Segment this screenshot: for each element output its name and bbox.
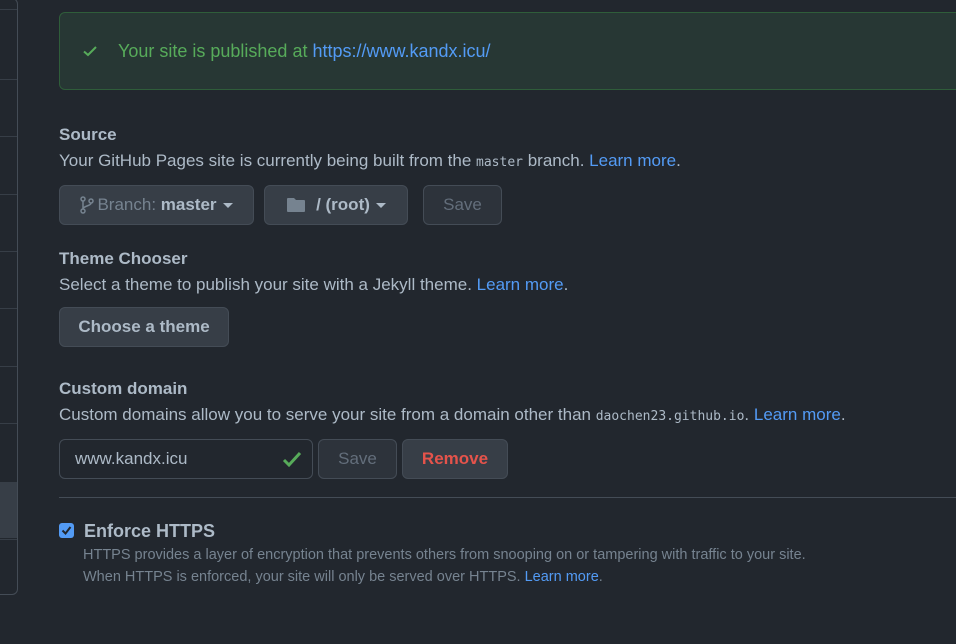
custom-domain-description: Custom domains allow you to serve your s… (59, 405, 846, 425)
published-flash: Your site is published at https://www.ka… (59, 12, 956, 90)
theme-heading: Theme Chooser (59, 249, 188, 268)
branch-code: master (476, 155, 523, 170)
folder-icon (286, 197, 306, 213)
custom-domain-value: www.kandx.icu (75, 449, 188, 468)
theme-description: Select a theme to publish your site with… (59, 275, 568, 295)
https-learn-more-link[interactable]: Learn more (525, 569, 599, 585)
divider (59, 497, 956, 498)
period: . (840, 405, 846, 424)
flash-text: Your site is published at (118, 40, 308, 61)
sidebar-divider (0, 79, 17, 80)
custom-domain-heading: Custom domain (59, 379, 188, 398)
enforce-https-label[interactable]: Enforce HTTPS (84, 521, 215, 542)
custom-domain-save-button[interactable]: Save (318, 439, 397, 479)
git-branch-icon (80, 196, 95, 214)
custom-domain-input[interactable]: www.kandx.icu (59, 439, 313, 479)
theme-learn-more-link[interactable]: Learn more (477, 275, 564, 294)
https-note-line1: HTTPS provides a layer of encryption tha… (83, 547, 806, 563)
settings-sidebar (0, 0, 18, 595)
branch-value: master (160, 195, 217, 214)
custom-domain-text: Custom domains allow you to serve your s… (59, 405, 596, 424)
choose-theme-button[interactable]: Choose a theme (59, 307, 229, 347)
folder-value: / (root) (316, 195, 370, 214)
sidebar-divider (0, 194, 17, 195)
check-icon (82, 43, 98, 59)
source-text-after: branch. (523, 151, 590, 170)
https-note-text: When HTTPS is enforced, your site will o… (83, 569, 525, 585)
source-learn-more-link[interactable]: Learn more (589, 151, 676, 170)
period: . (598, 569, 603, 585)
period: . (744, 405, 754, 424)
enforce-https-checkbox[interactable] (59, 523, 74, 538)
source-description: Your GitHub Pages site is currently bein… (59, 151, 681, 171)
source-heading: Source (59, 125, 117, 144)
custom-domain-learn-more-link[interactable]: Learn more (754, 405, 841, 424)
period: . (676, 151, 681, 170)
sidebar-divider (0, 308, 17, 309)
chevron-down-icon (222, 202, 233, 208)
check-icon (282, 450, 302, 473)
folder-select-button[interactable]: / (root) (264, 185, 408, 225)
branch-select-button[interactable]: Branch: master (59, 185, 254, 225)
https-note-line2: When HTTPS is enforced, your site will o… (83, 569, 603, 585)
github-io-code: daochen23.github.io (595, 409, 745, 424)
sidebar-item-pages[interactable] (0, 482, 17, 538)
branch-label: Branch: (97, 195, 157, 214)
sidebar-divider (0, 251, 17, 252)
site-url-link[interactable]: https://www.kandx.icu/ (312, 41, 490, 62)
chevron-down-icon (375, 202, 386, 208)
sidebar-divider (0, 366, 17, 367)
checkmark-icon (61, 526, 72, 536)
sidebar-divider (0, 9, 17, 10)
sidebar-divider (0, 423, 17, 424)
source-text: Your GitHub Pages site is currently bein… (59, 151, 477, 170)
theme-text: Select a theme to publish your site with… (59, 275, 477, 294)
sidebar-divider (0, 539, 17, 540)
source-save-button[interactable]: Save (423, 185, 502, 225)
remove-domain-button[interactable]: Remove (402, 439, 508, 479)
sidebar-divider (0, 136, 17, 137)
period: . (563, 275, 569, 294)
